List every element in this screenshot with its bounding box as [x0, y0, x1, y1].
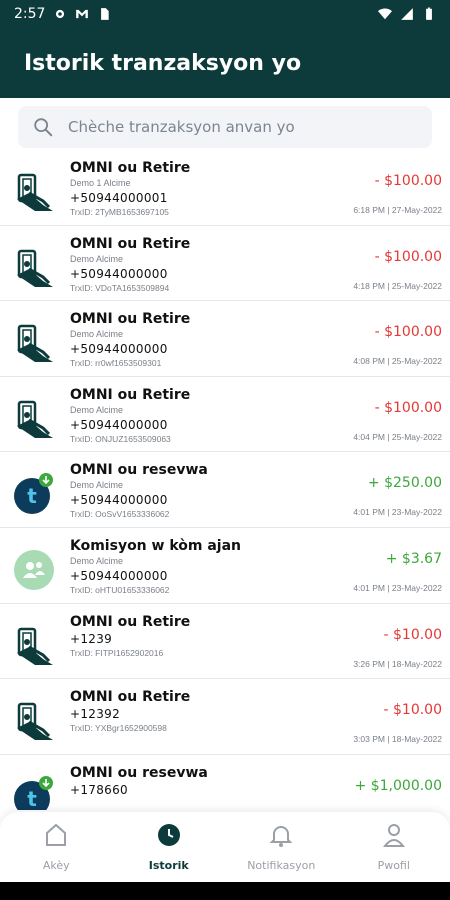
transaction-amount: - $10.00 [383, 702, 443, 719]
page-title: Istorik tranzaksyon yo [24, 50, 302, 76]
transaction-date: 4:18 PM | 25-May-2022 [353, 280, 442, 291]
transaction-amount: - $100.00 [374, 399, 442, 416]
bottom-navigation: Akèy Istorik Notifikasyon Pwofil [0, 812, 450, 882]
transaction-id: TrxID: FITPI1652902016 [70, 647, 164, 658]
search-input[interactable]: Chèche tranzaksyon anvan yo [18, 106, 432, 148]
transaction-row[interactable]: OMNI ou Retire +12392 TrxID: YXBgr16529005… [0, 679, 450, 755]
gmail-icon [76, 9, 89, 19]
search-icon [34, 118, 53, 137]
nav-label: Notifikasyon [247, 859, 316, 872]
status-time: 2:57 [14, 6, 46, 22]
nav-label: Istorik [148, 859, 189, 872]
bell-icon [268, 822, 294, 853]
transaction-row[interactable]: OMNI ou Retire +1239 TrxID: FITPI165290201… [0, 604, 450, 680]
app-header: Istorik tranzaksyon yo [0, 28, 450, 98]
transaction-date: 4:08 PM | 25-May-2022 [353, 356, 442, 367]
cash-withdraw-icon [12, 246, 56, 290]
transaction-row[interactable]: OMNI ou Retire Demo Alcime +50944000000 Trx… [0, 226, 450, 302]
search-wrapper: Chèche tranzaksyon anvan yo [0, 98, 450, 158]
transaction-amount: + $3.67 [385, 550, 442, 567]
transaction-row[interactable]: OMNI ou Retire Demo 1 Alcime +50944000001 T… [0, 150, 450, 226]
transaction-amount: + $1,000.00 [354, 777, 442, 794]
transaction-amount: - $10.00 [383, 626, 443, 643]
cash-withdraw-icon [12, 397, 56, 441]
nav-label: Akèy [42, 859, 70, 872]
transaction-row[interactable]: Komisyon w kòm ajan Demo Alcime +509440000… [0, 528, 450, 604]
transaction-phone: +50944000000 [70, 266, 168, 281]
cash-withdraw-icon [12, 624, 56, 668]
transaction-row[interactable]: t OMNI ou resevwa Demo Alcime +50944000000 T… [0, 452, 450, 528]
transaction-date: 4:01 PM | 23-May-2022 [353, 507, 442, 518]
transaction-row[interactable]: OMNI ou Retire Demo Alcime +50944000000 Trx… [0, 301, 450, 377]
profile-icon [381, 822, 407, 853]
nav-item-home[interactable]: Akèy [0, 812, 113, 882]
system-nav-bar [0, 882, 450, 900]
transaction-amount: - $100.00 [374, 324, 442, 341]
battery-icon [426, 7, 432, 20]
transaction-date: 4:04 PM | 25-May-2022 [353, 431, 442, 442]
wifi-icon [378, 8, 392, 20]
agent-commission-icon [12, 548, 56, 592]
transaction-amount: - $100.00 [374, 173, 442, 189]
nav-item-bell[interactable]: Notifikasyon [225, 812, 338, 882]
transaction-amount: + $250.00 [367, 475, 442, 492]
transaction-phone: +50944000000 [70, 568, 168, 583]
svg-text:t: t [27, 484, 37, 508]
cash-withdraw-icon [12, 170, 56, 214]
transaction-phone: +50944000000 [70, 493, 168, 508]
transaction-phone: +50944000000 [70, 417, 168, 432]
transaction-date: 3:26 PM | 18-May-2022 [353, 658, 442, 669]
reserve-coin-icon: t [12, 775, 56, 810]
transaction-row[interactable]: t OMNI ou resevwa +178660 + $1,000.00 [0, 755, 450, 810]
transaction-date: 3:03 PM | 18-May-2022 [353, 734, 442, 745]
status-right-icons [378, 7, 436, 21]
cash-withdraw-icon [12, 321, 56, 365]
transaction-list[interactable]: OMNI ou Retire Demo 1 Alcime +50944000001 T… [0, 150, 450, 810]
transaction-amount: - $100.00 [374, 248, 442, 265]
settings-icon [56, 9, 65, 19]
nav-item-history[interactable]: Istorik [113, 812, 226, 882]
home-icon [43, 822, 69, 853]
transaction-phone: +50944000001 [70, 191, 168, 205]
svg-text:t: t [27, 787, 37, 810]
transaction-date: 4:01 PM | 23-May-2022 [353, 582, 442, 593]
nav-item-profile[interactable]: Pwofil [338, 812, 450, 882]
nav-label: Pwofil [377, 859, 410, 872]
transaction-phone: +50944000000 [70, 342, 168, 357]
transaction-date: 6:18 PM | 27-May-2022 [353, 205, 442, 215]
status-left-icons [53, 7, 111, 21]
search-placeholder: Chèche tranzaksyon anvan yo [68, 118, 295, 136]
transaction-row[interactable]: OMNI ou Retire Demo Alcime +50944000000 Trx… [0, 377, 450, 453]
sim-icon [101, 8, 110, 20]
reserve-coin-icon: t [12, 472, 56, 516]
cash-withdraw-icon [12, 699, 56, 743]
transaction-id: TrxID: YXBgr1652900598 [70, 723, 167, 734]
history-icon [156, 822, 182, 853]
signal-icon [401, 8, 413, 20]
status-bar: 2:57 [0, 0, 450, 28]
